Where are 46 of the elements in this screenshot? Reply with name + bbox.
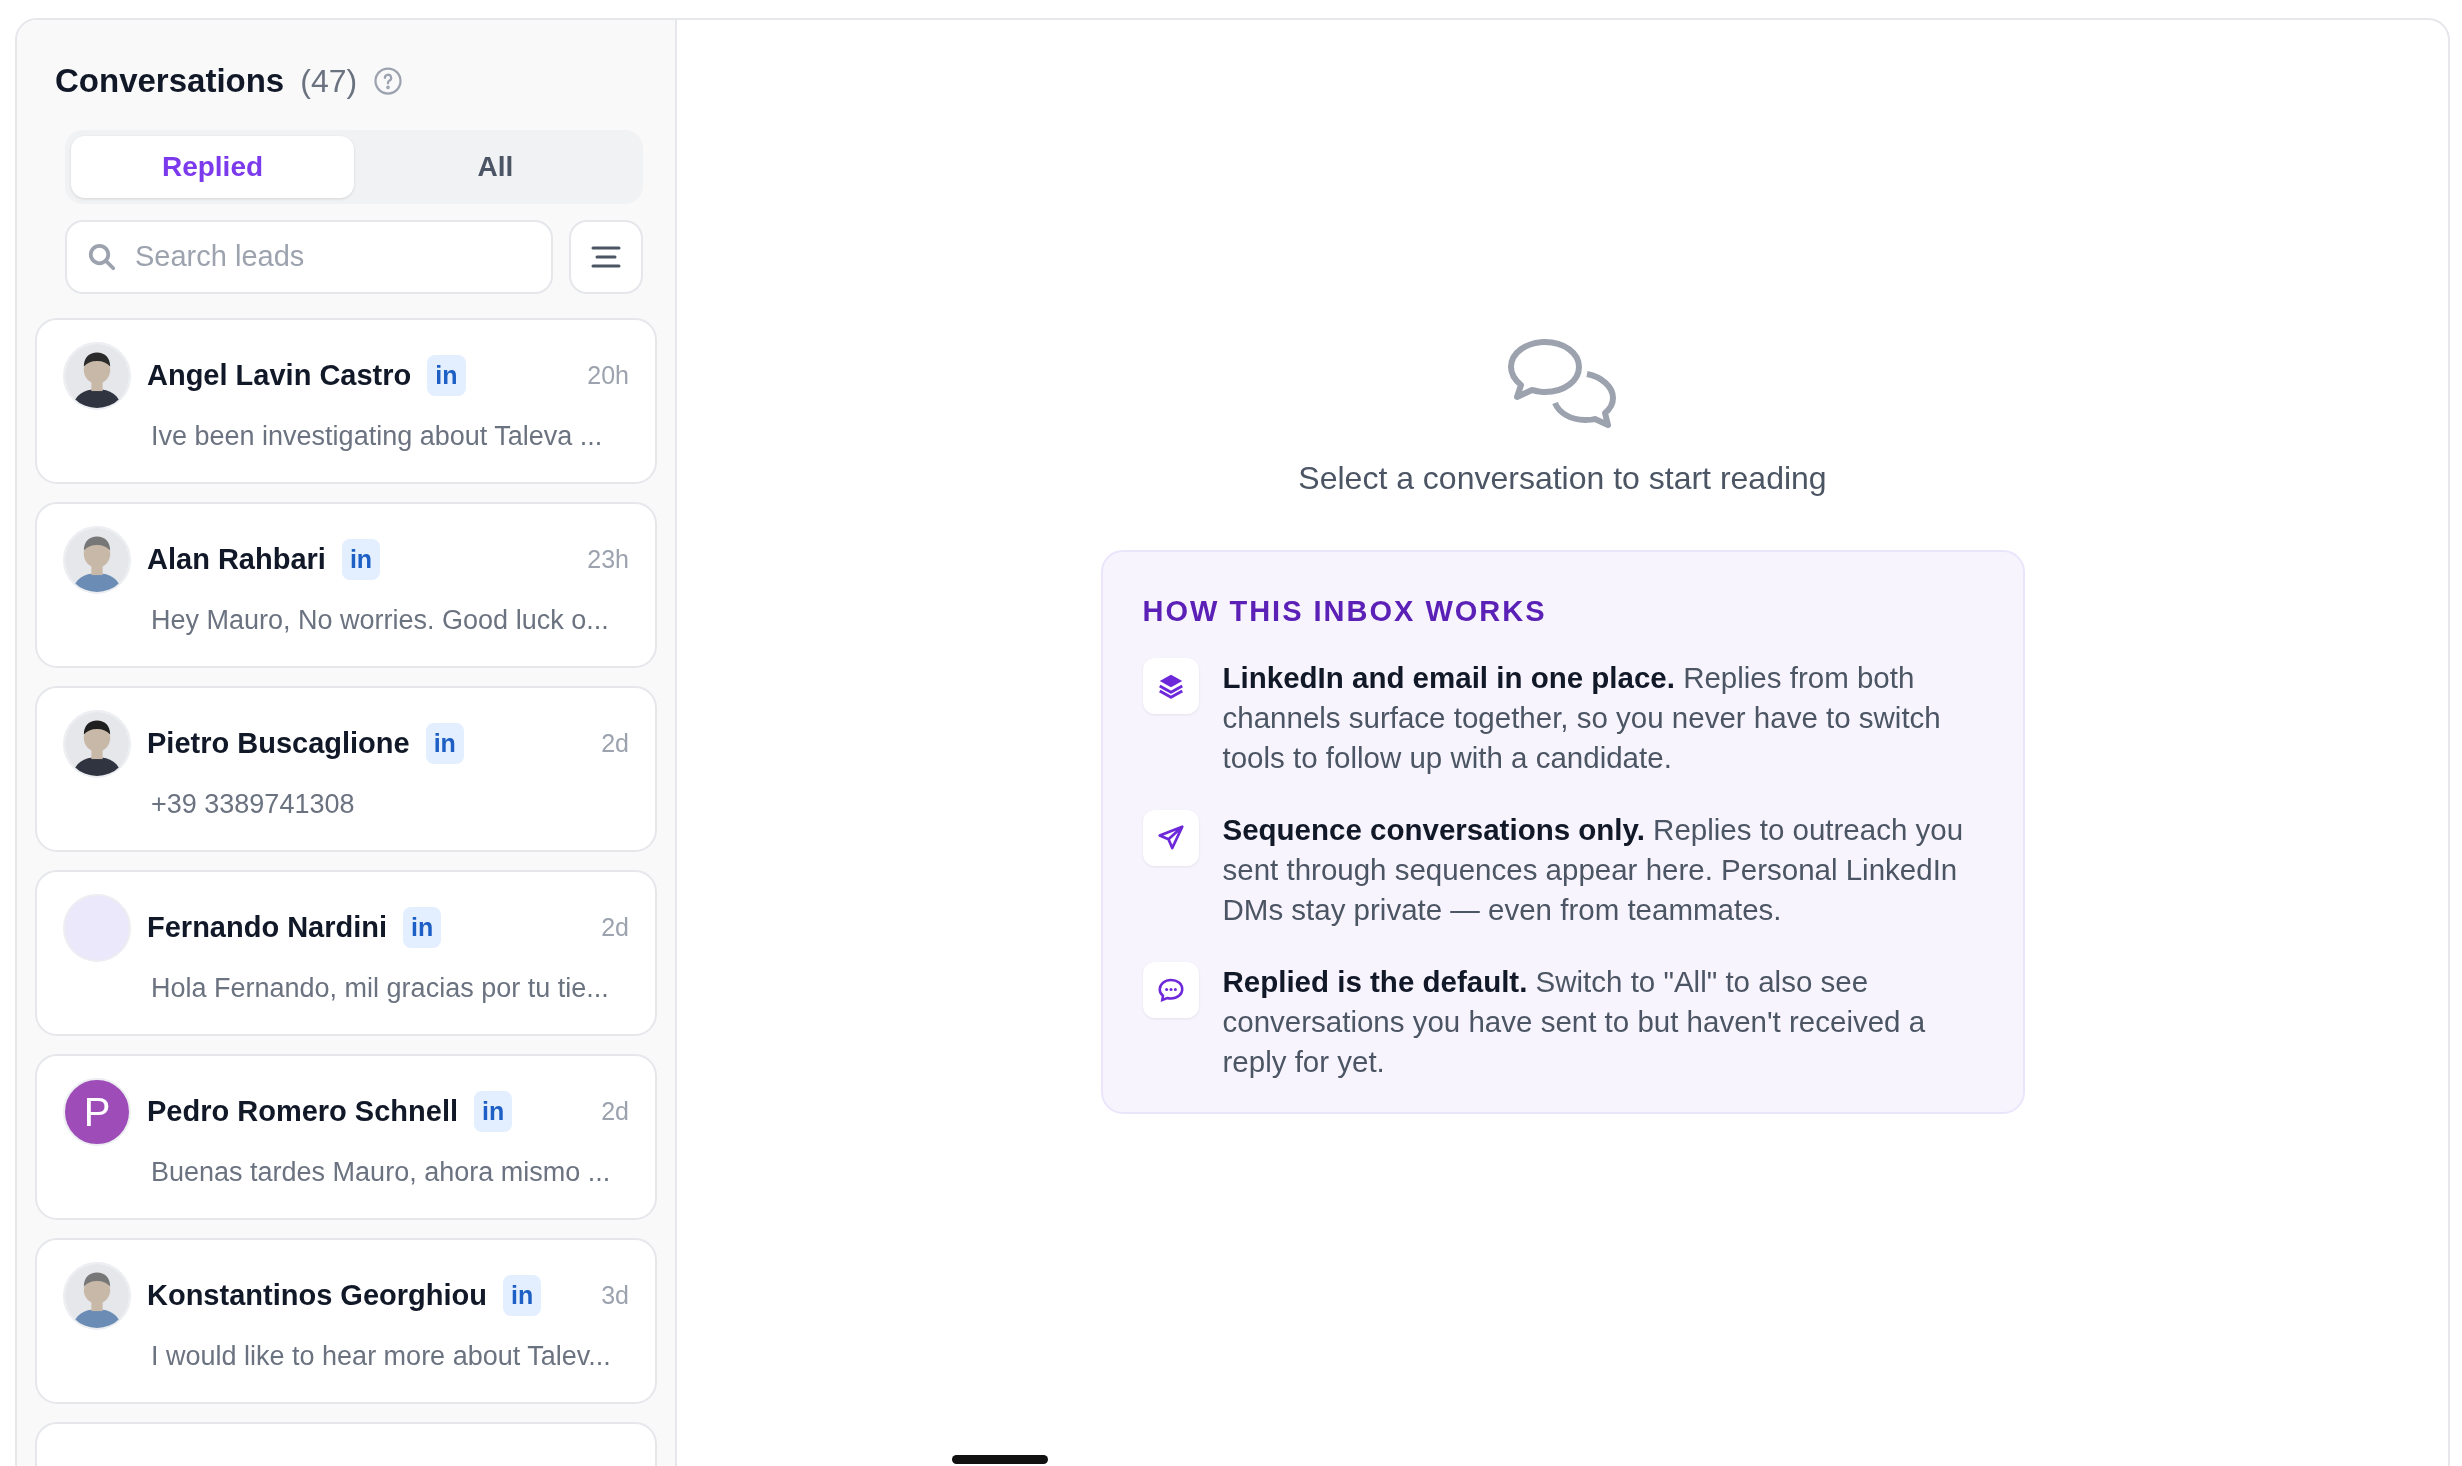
timestamp: 2d: [601, 727, 629, 759]
linkedin-badge: in: [474, 1090, 513, 1133]
message-preview: +39 3389741308: [151, 787, 356, 821]
info-text: Sequence conversations only. Replies to outreach you sent through sequences appear here. Personal LinkedIn DMs stay private — even from teammates.: [1222, 811, 1965, 928]
lead-name: Angel Lavin Castro: [147, 357, 412, 393]
info-text: LinkedIn and email in one place. Replies from both channels surface together, so you never have to switch tools to follow up with a candidate.: [1222, 659, 1942, 776]
lead-name: Pietro Buscaglione: [147, 725, 410, 761]
sidebar-title: Conversations: [55, 61, 285, 101]
timestamp: 23h: [587, 543, 629, 575]
lead-name: Fernando Nardini: [147, 909, 388, 945]
timestamp: 2d: [601, 1095, 629, 1127]
linkedin-badge: in: [341, 538, 381, 581]
timestamp: 2d: [601, 911, 629, 943]
empty-state-message: Select a conversation to start reading: [1298, 459, 1827, 498]
message-preview: Ive been investigating about Taleva ...: [151, 419, 604, 453]
conversation-card[interactable]: Fernando Nardini in 2d Hola Fernando, mil gracias por tu tie...: [35, 869, 657, 1036]
message-preview: Hey Mauro, No worries. Good luck o...: [151, 603, 610, 637]
filter-tab[interactable]: All: [354, 135, 637, 198]
message-preview: I would like to hear more about Talev...: [151, 1339, 612, 1373]
help-icon[interactable]: [373, 65, 404, 96]
search-icon: [87, 241, 117, 272]
search-field[interactable]: Search leads: [65, 219, 553, 294]
timestamp: 3d: [601, 1279, 629, 1311]
linkedin-badge: in: [427, 354, 466, 397]
linkedin-badge: in: [425, 722, 464, 765]
message-preview: Buenas tardes Mauro, ahora mismo ...: [151, 1155, 612, 1189]
linkedin-badge: in: [403, 906, 442, 949]
timestamp: 20h: [587, 359, 629, 391]
conversation-card[interactable]: Angel Lavin Castro in 20h Ive been investigating about Taleva ...: [35, 317, 657, 484]
linkedin-badge: in: [502, 1274, 542, 1317]
conversation-card[interactable]: Alan Rahbari in 23h Hey Mauro, No worries. Good luck o...: [35, 501, 657, 668]
conversation-count: (47): [300, 61, 358, 101]
filter-tab[interactable]: Replied: [71, 135, 354, 198]
avatar: P: [63, 1077, 131, 1146]
lead-name: Pedro Romero Schnell: [147, 1093, 458, 1129]
conversation-card[interactable]: Pietro Buscaglione in 2d +39 3389741308: [35, 685, 657, 852]
conversation-card[interactable]: Konstantinos Georghiou in 3d I would like to hear more about Talev...: [35, 1237, 657, 1404]
chat-bubbles-icon: [1506, 338, 1619, 430]
info-text: Replied is the default. Switch to "All" to also see conversations you have sent to but haven't received a reply for yet.: [1222, 963, 1927, 1080]
message-preview: Hola Fernando, mil gracias por tu tie...: [151, 971, 610, 1005]
lead-name: Alan Rahbari: [147, 541, 326, 577]
menu-icon: [590, 244, 622, 269]
lead-name: Konstantinos Georghiou: [147, 1277, 487, 1313]
conversation-card[interactable]: P Pedro Romero Schnell in 2d Buenas tardes Mauro, ahora mismo ...: [35, 1053, 657, 1220]
filter-button[interactable]: [569, 219, 643, 294]
info-heading: HOW THIS INBOX WORKS: [1142, 594, 1548, 629]
